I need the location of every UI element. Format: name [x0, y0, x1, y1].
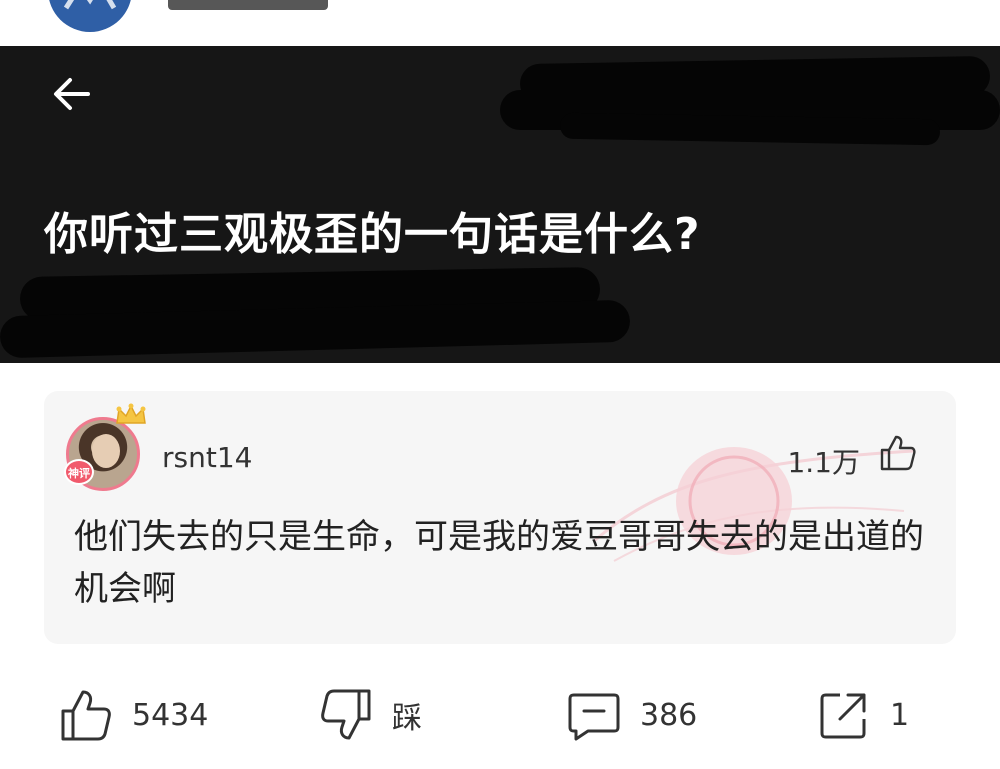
thumbs-down-icon — [321, 689, 371, 740]
action-bar: 5434 踩 386 1 — [0, 680, 1000, 760]
thumbs-up-icon[interactable] — [878, 433, 918, 473]
post-header: 你听过三观极歪的一句话是什么? — [0, 46, 1000, 363]
top-bar — [0, 0, 1000, 46]
comment-bubble-icon — [568, 693, 620, 741]
dislike-button[interactable]: 踩 — [318, 680, 422, 750]
god-comment-badge: 神评 — [64, 459, 94, 485]
top-comment-card[interactable]: 神评 rsnt14 1.1万 他们失去的只是生命，可是我的爱豆哥哥失去的是出道的… — [44, 391, 956, 644]
comment-count: 386 — [640, 697, 698, 733]
commenter-avatar[interactable]: 神评 — [64, 403, 146, 491]
channel-name-redacted — [168, 0, 328, 10]
comment-like-count: 1.1万 — [787, 446, 860, 479]
like-count: 5434 — [132, 697, 209, 733]
channel-logo-icon — [63, 0, 117, 10]
share-arrow-icon — [820, 693, 866, 739]
share-count: 1 — [890, 697, 910, 733]
back-arrow-icon[interactable] — [48, 70, 96, 118]
post-title: 你听过三观极歪的一句话是什么? — [44, 209, 701, 260]
crown-icon — [116, 403, 146, 424]
commenter-username[interactable]: rsnt14 — [162, 441, 252, 474]
comment-body: 他们失去的只是生命，可是我的爱豆哥哥失去的是出道的机会啊 — [74, 517, 924, 609]
comment-button[interactable]: 386 — [566, 680, 697, 750]
share-button[interactable]: 1 — [816, 680, 909, 750]
like-button[interactable]: 5434 — [58, 680, 208, 750]
redaction-mark — [559, 112, 941, 146]
thumbs-up-icon — [61, 690, 111, 741]
avatar-face — [92, 434, 120, 468]
dislike-label: 踩 — [392, 701, 422, 736]
